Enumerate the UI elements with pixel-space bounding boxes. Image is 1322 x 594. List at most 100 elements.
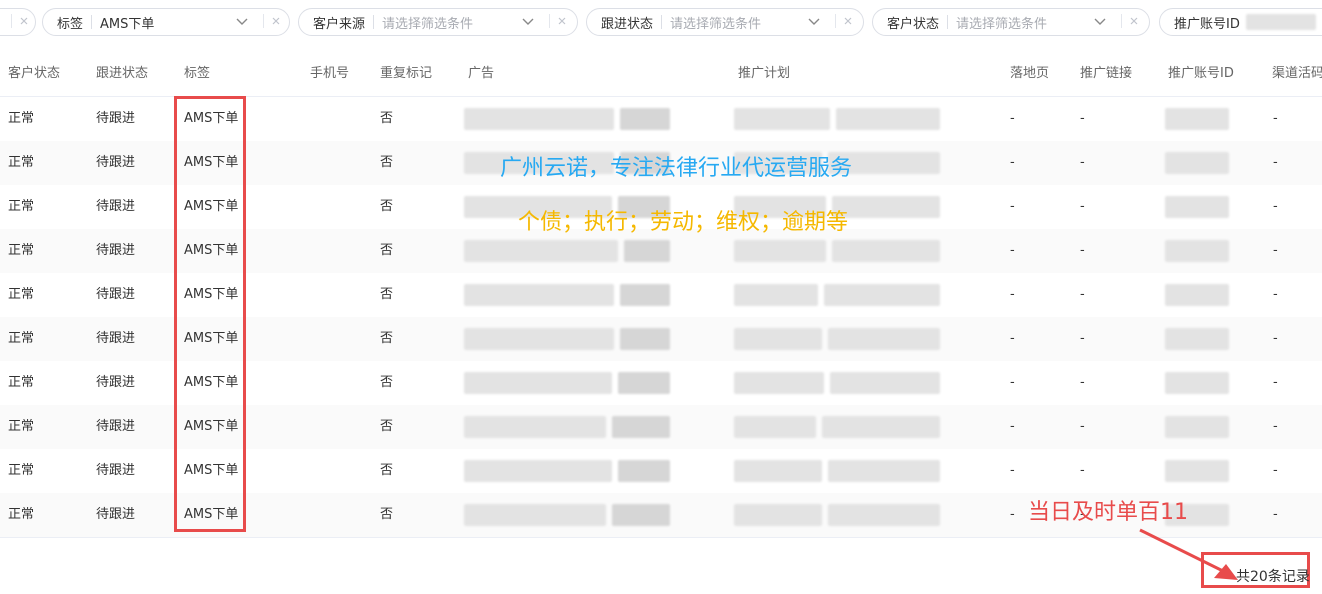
filter-account-id[interactable]: 推广账号ID: [1159, 8, 1322, 36]
repeat-cell: 否: [380, 243, 394, 258]
promo-link-cell: -: [1080, 419, 1085, 434]
repeat-cell: 否: [380, 331, 394, 346]
landing-page-cell: -: [1010, 419, 1015, 434]
filter-account-id-label: 推广账号ID: [1174, 16, 1240, 32]
column-header[interactable]: 推广链接: [1080, 52, 1132, 96]
landing-page-cell: -: [1010, 331, 1015, 346]
chevron-down-icon[interactable]: [1093, 14, 1107, 28]
follow-status-cell: 待跟进: [96, 419, 136, 434]
follow-status-cell: 待跟进: [96, 111, 136, 126]
promo-link-cell: -: [1080, 199, 1085, 214]
column-header[interactable]: 广告: [468, 52, 494, 96]
channel-code-cell: -: [1273, 243, 1278, 258]
promo-link-cell: -: [1080, 375, 1085, 390]
blurred-account-id: [1165, 108, 1229, 130]
blurred-ad: [618, 372, 670, 394]
channel-code-cell: -: [1273, 331, 1278, 346]
clear-icon[interactable]: [1121, 14, 1140, 28]
landing-page-cell: -: [1010, 243, 1015, 258]
watermark-line-2: 个债；执行；劳动；维权；逾期等: [518, 210, 849, 235]
column-header[interactable]: 推广账号ID: [1168, 52, 1234, 96]
channel-code-cell: -: [1273, 419, 1278, 434]
chevron-down-icon[interactable]: [521, 14, 535, 28]
clear-icon[interactable]: [11, 14, 30, 28]
blurred-plan: [734, 284, 818, 306]
blurred-plan: [734, 328, 822, 350]
divider: [91, 15, 93, 29]
blurred-plan: [828, 504, 940, 526]
column-header[interactable]: 手机号: [310, 52, 349, 96]
chevron-down-icon[interactable]: [235, 14, 249, 28]
promo-link-cell: -: [1080, 155, 1085, 170]
promo-link-cell: -: [1080, 111, 1085, 126]
column-header[interactable]: 客户状态: [8, 52, 60, 96]
blurred-account-id: [1165, 328, 1229, 350]
blurred-plan: [836, 108, 940, 130]
clear-icon[interactable]: [549, 14, 568, 28]
customer-status-cell: 正常: [8, 243, 35, 258]
blurred-plan: [734, 372, 824, 394]
filter-bar: 标签 AMS下单 客户来源 请选择筛选条件 跟进状态 请选择筛选条件 客户状态 …: [0, 0, 1322, 46]
blurred-plan: [734, 504, 822, 526]
landing-page-cell: -: [1010, 111, 1015, 126]
follow-status-cell: 待跟进: [96, 243, 136, 258]
customer-status-cell: 正常: [8, 375, 35, 390]
channel-code-cell: -: [1273, 199, 1278, 214]
channel-code-cell: -: [1273, 463, 1278, 478]
repeat-cell: 否: [380, 111, 394, 126]
landing-page-cell: -: [1010, 287, 1015, 302]
blurred-ad: [612, 416, 670, 438]
blurred-plan: [734, 460, 822, 482]
blurred-account-id: [1165, 196, 1229, 218]
filter-follow-label: 跟进状态: [601, 16, 654, 32]
blurred-ad: [464, 284, 614, 306]
filter-follow-status[interactable]: 跟进状态 请选择筛选条件: [586, 8, 864, 36]
chevron-down-icon[interactable]: [807, 14, 821, 28]
blurred-account-id: [1165, 460, 1229, 482]
blurred-ad: [464, 504, 606, 526]
table-header: 客户状态 跟进状态 标签 手机号 重复标记 广告 推广计划 落地页 推广链接 推…: [0, 52, 1322, 97]
clear-icon[interactable]: [835, 14, 854, 28]
landing-page-cell: -: [1010, 507, 1015, 522]
filter-tag[interactable]: 标签 AMS下单: [42, 8, 290, 36]
repeat-cell: 否: [380, 419, 394, 434]
column-header[interactable]: 标签: [184, 52, 210, 96]
landing-page-cell: -: [1010, 463, 1015, 478]
column-header[interactable]: 跟进状态: [96, 52, 148, 96]
divider: [373, 15, 375, 29]
filter-customer-status[interactable]: 客户状态 请选择筛选条件: [872, 8, 1150, 36]
tag-column-highlight: [174, 96, 246, 532]
blurred-ad: [464, 372, 612, 394]
column-header[interactable]: 落地页: [1010, 52, 1049, 96]
blurred-plan: [832, 196, 940, 218]
column-header[interactable]: 渠道活码: [1272, 52, 1322, 96]
blurred-plan: [832, 240, 940, 262]
blurred-ad: [618, 460, 670, 482]
repeat-cell: 否: [380, 287, 394, 302]
blurred-account-id: [1165, 152, 1229, 174]
blurred-plan: [734, 108, 830, 130]
filter-source[interactable]: 客户来源 请选择筛选条件: [298, 8, 578, 36]
channel-code-cell: -: [1273, 287, 1278, 302]
filter-partial[interactable]: [0, 8, 36, 36]
blurred-ad: [624, 240, 670, 262]
customer-status-cell: 正常: [8, 419, 35, 434]
follow-status-cell: 待跟进: [96, 331, 136, 346]
blurred-ad: [464, 108, 614, 130]
filter-follow-placeholder: 请选择筛选条件: [670, 16, 762, 32]
repeat-cell: 否: [380, 155, 394, 170]
customer-status-cell: 正常: [8, 111, 35, 126]
blurred-ad: [464, 328, 614, 350]
filter-tag-value: AMS下单: [100, 16, 155, 32]
divider: [661, 15, 663, 29]
column-header[interactable]: 重复标记: [380, 52, 432, 96]
column-header[interactable]: 推广计划: [738, 52, 790, 96]
customer-status-cell: 正常: [8, 507, 35, 522]
total-records: 共20条记录: [1236, 569, 1310, 585]
filter-source-placeholder: 请选择筛选条件: [382, 16, 474, 32]
blurred-ad: [620, 108, 670, 130]
clear-icon[interactable]: [263, 14, 282, 28]
promo-link-cell: -: [1080, 287, 1085, 302]
repeat-cell: 否: [380, 375, 394, 390]
filter-customer-status-placeholder: 请选择筛选条件: [956, 16, 1048, 32]
